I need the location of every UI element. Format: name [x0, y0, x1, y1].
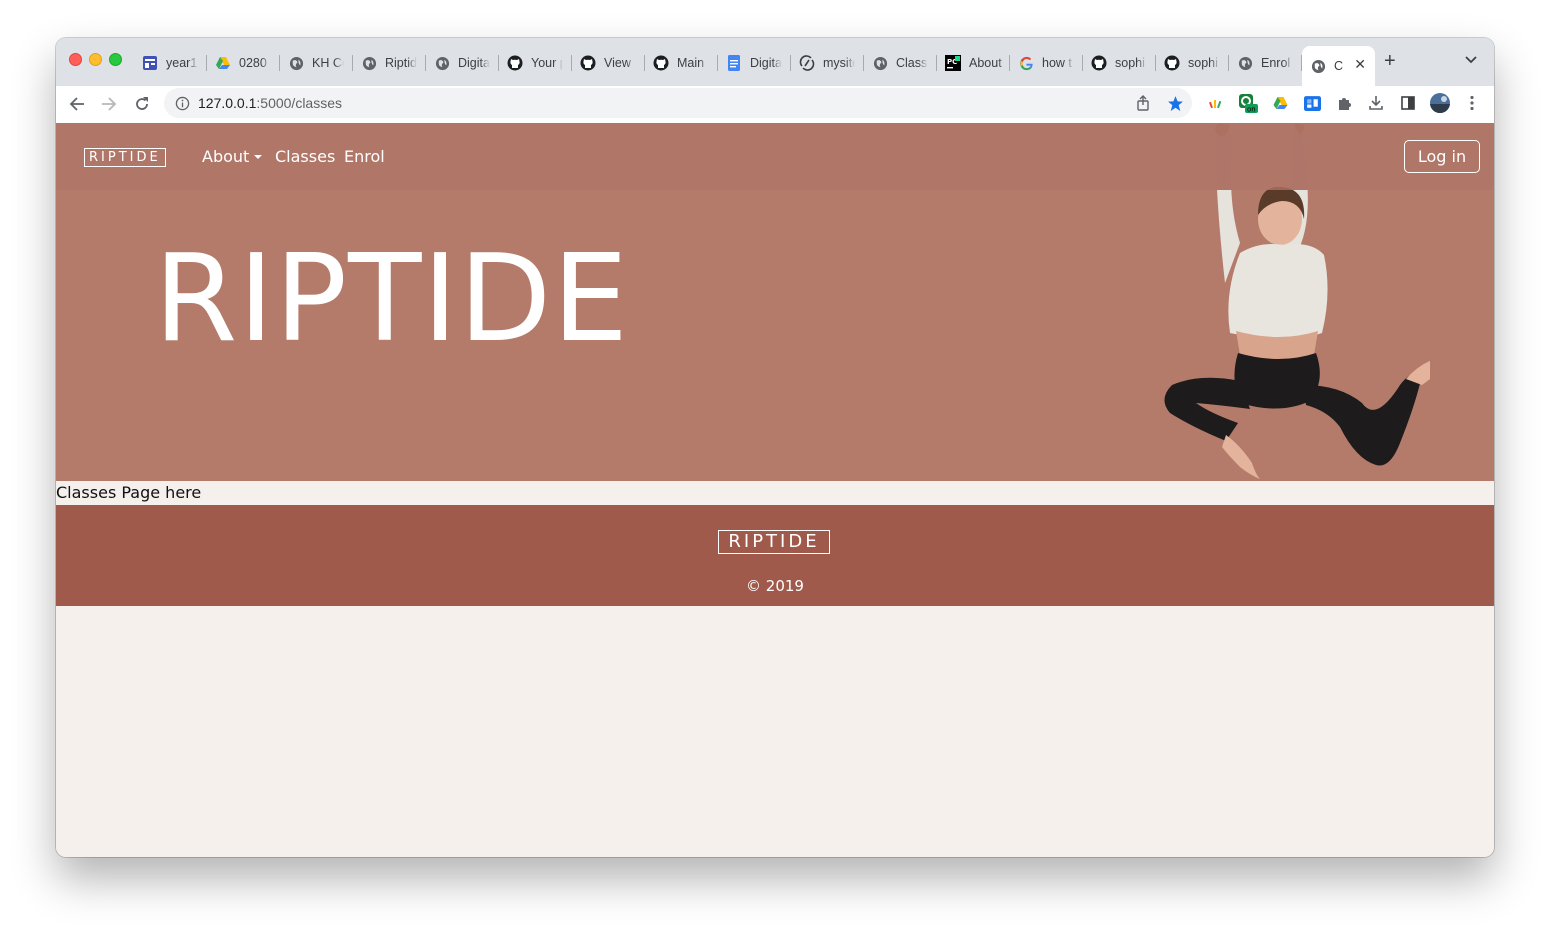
address-bar[interactable]: 127.0.0.1:5000/classes — [164, 88, 1192, 118]
url-text[interactable]: 127.0.0.1:5000/classes — [198, 95, 342, 111]
tab-title: sophi — [1188, 56, 1218, 70]
tab-title: View — [604, 56, 631, 70]
caret-down-icon — [254, 155, 263, 159]
tab-title: C — [1334, 59, 1344, 73]
reload-button[interactable] — [130, 92, 154, 116]
back-arrow-icon — [69, 97, 84, 111]
brand-logo[interactable]: RIPTIDE — [84, 148, 166, 167]
tab-active[interactable]: C ✕ — [1302, 46, 1375, 86]
bookmark-star-icon[interactable] — [1166, 94, 1184, 112]
github-icon — [580, 55, 596, 71]
url-path: :5000/classes — [256, 95, 342, 111]
tab[interactable]: 0280 — [207, 46, 280, 80]
tab-title: About — [969, 56, 1002, 70]
tab[interactable]: KH Co — [280, 46, 353, 80]
login-button[interactable]: Log in — [1404, 140, 1480, 173]
google-icon — [1018, 55, 1034, 71]
github-icon — [653, 55, 669, 71]
classes-page-text: Classes Page here — [56, 483, 202, 502]
nav-enrol-link[interactable]: Enrol — [344, 147, 385, 166]
footer-brand-logo: RIPTIDE — [718, 530, 830, 554]
globe-icon — [288, 55, 304, 71]
close-window-button[interactable] — [69, 53, 82, 66]
site-info-icon[interactable] — [173, 94, 191, 112]
tab[interactable]: PC About — [937, 46, 1010, 80]
nav-classes-link[interactable]: Classes — [275, 147, 335, 166]
profile-avatar[interactable] — [1429, 92, 1451, 114]
tab-title: Digita — [750, 56, 782, 70]
tab[interactable]: Main — [645, 46, 718, 80]
forward-arrow-icon — [102, 97, 117, 111]
tab-title: KH Co — [312, 56, 344, 70]
extension-on-icon[interactable]: on — [1237, 92, 1259, 114]
maximize-window-button[interactable] — [109, 53, 122, 66]
tab[interactable]: View — [572, 46, 645, 80]
tab[interactable]: Enrol — [1229, 46, 1302, 80]
web-page: RIPTIDE RIPTIDE About Classes Enrol Log … — [56, 123, 1494, 857]
pycharm-icon: PC — [945, 55, 961, 71]
tab-title: how t — [1042, 56, 1072, 70]
tab[interactable]: sophi — [1156, 46, 1229, 80]
hero-title: RIPTIDE — [154, 230, 630, 369]
extension-blue-icon[interactable] — [1301, 92, 1323, 114]
extensions-puzzle-icon[interactable] — [1333, 92, 1355, 114]
share-icon[interactable] — [1134, 94, 1152, 112]
extension-colorful-icon[interactable] — [1205, 92, 1227, 114]
url-host: 127.0.0.1 — [198, 95, 257, 111]
github-icon — [1164, 55, 1180, 71]
reload-icon — [136, 97, 148, 110]
tab[interactable]: year13 — [134, 46, 207, 80]
sync-icon — [799, 55, 815, 71]
tab-title: Digita — [458, 56, 490, 70]
tab[interactable]: Class — [864, 46, 937, 80]
back-button[interactable] — [65, 92, 89, 116]
tab[interactable]: Digita — [426, 46, 499, 80]
download-icon[interactable] — [1365, 92, 1387, 114]
tab[interactable]: mysite — [791, 46, 864, 80]
tab[interactable]: how t — [1010, 46, 1083, 80]
minimize-window-button[interactable] — [89, 53, 102, 66]
tab-strip: year13 0280 KH Co Riptid — [56, 38, 1494, 86]
site-footer: RIPTIDE © 2019 — [56, 505, 1494, 606]
tab-title: Your p — [531, 56, 563, 70]
menu-kebab-icon[interactable] — [1461, 92, 1483, 114]
tab-title: sophi — [1115, 56, 1145, 70]
docs-icon — [726, 55, 742, 71]
nav-about-dropdown[interactable]: About — [202, 147, 263, 166]
globe-icon — [872, 55, 888, 71]
sheet-icon — [142, 55, 158, 71]
tab[interactable]: Digita — [718, 46, 791, 80]
site-navbar: RIPTIDE About Classes Enrol Log in — [56, 123, 1494, 190]
new-tab-button[interactable]: + — [1384, 50, 1396, 73]
globe-icon — [434, 55, 450, 71]
globe-icon — [1310, 58, 1326, 74]
tab-title: Main — [677, 56, 705, 70]
globe-icon — [361, 55, 377, 71]
tab-title: year13 — [166, 56, 198, 70]
tab-list: year13 0280 KH Co Riptid — [134, 46, 1375, 86]
github-icon — [507, 55, 523, 71]
drive-icon — [215, 55, 231, 71]
globe-icon — [1237, 55, 1253, 71]
nav-about-label: About — [202, 147, 250, 166]
tab[interactable]: sophi — [1083, 46, 1156, 80]
tab-search-chevron-icon[interactable] — [1464, 52, 1478, 71]
close-tab-icon[interactable]: ✕ — [1354, 56, 1366, 73]
tab-title: Enrol — [1261, 56, 1291, 70]
forward-button[interactable] — [97, 92, 121, 116]
copyright-text: © 2019 — [746, 577, 804, 595]
tab[interactable]: Your p — [499, 46, 572, 80]
tab-title: 0280 — [239, 56, 267, 70]
tab-title: Riptid — [385, 56, 417, 70]
svg-text:on: on — [1247, 106, 1256, 114]
browser-toolbar: 127.0.0.1:5000/classes on — [56, 86, 1494, 124]
drive-extension-icon[interactable] — [1269, 92, 1291, 114]
tab-title: mysite — [823, 56, 855, 70]
side-panel-icon[interactable] — [1397, 92, 1419, 114]
browser-window: year13 0280 KH Co Riptid — [56, 38, 1494, 857]
tab-title: Class — [896, 56, 928, 70]
github-icon — [1091, 55, 1107, 71]
tab[interactable]: Riptid — [353, 46, 426, 80]
